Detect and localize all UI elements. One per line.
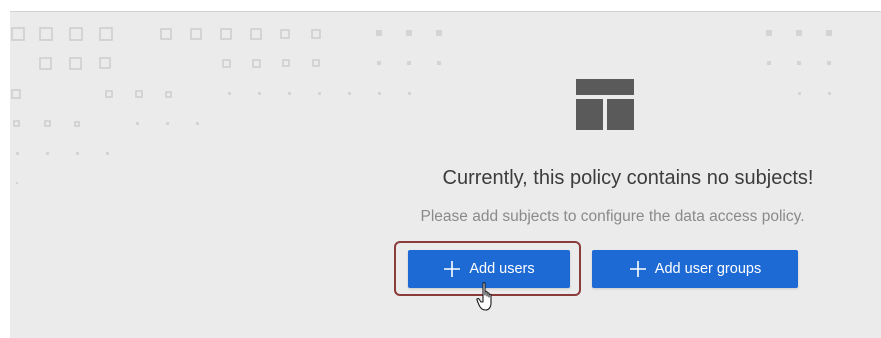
add-user-groups-label: Add user groups <box>654 261 762 277</box>
empty-state-message: Please add subjects to configure the dat… <box>420 208 805 225</box>
plus-icon <box>444 261 461 277</box>
add-users-label: Add users <box>469 261 535 277</box>
layout-grid-icon <box>576 79 634 130</box>
add-user-groups-button[interactable]: Add user groups <box>592 250 798 288</box>
empty-state-heading: Currently, this policy contains no subje… <box>442 167 814 189</box>
plus-icon <box>629 261 646 277</box>
empty-state-panel: Currently, this policy contains no subje… <box>10 11 881 338</box>
hand-cursor-icon <box>476 282 492 311</box>
